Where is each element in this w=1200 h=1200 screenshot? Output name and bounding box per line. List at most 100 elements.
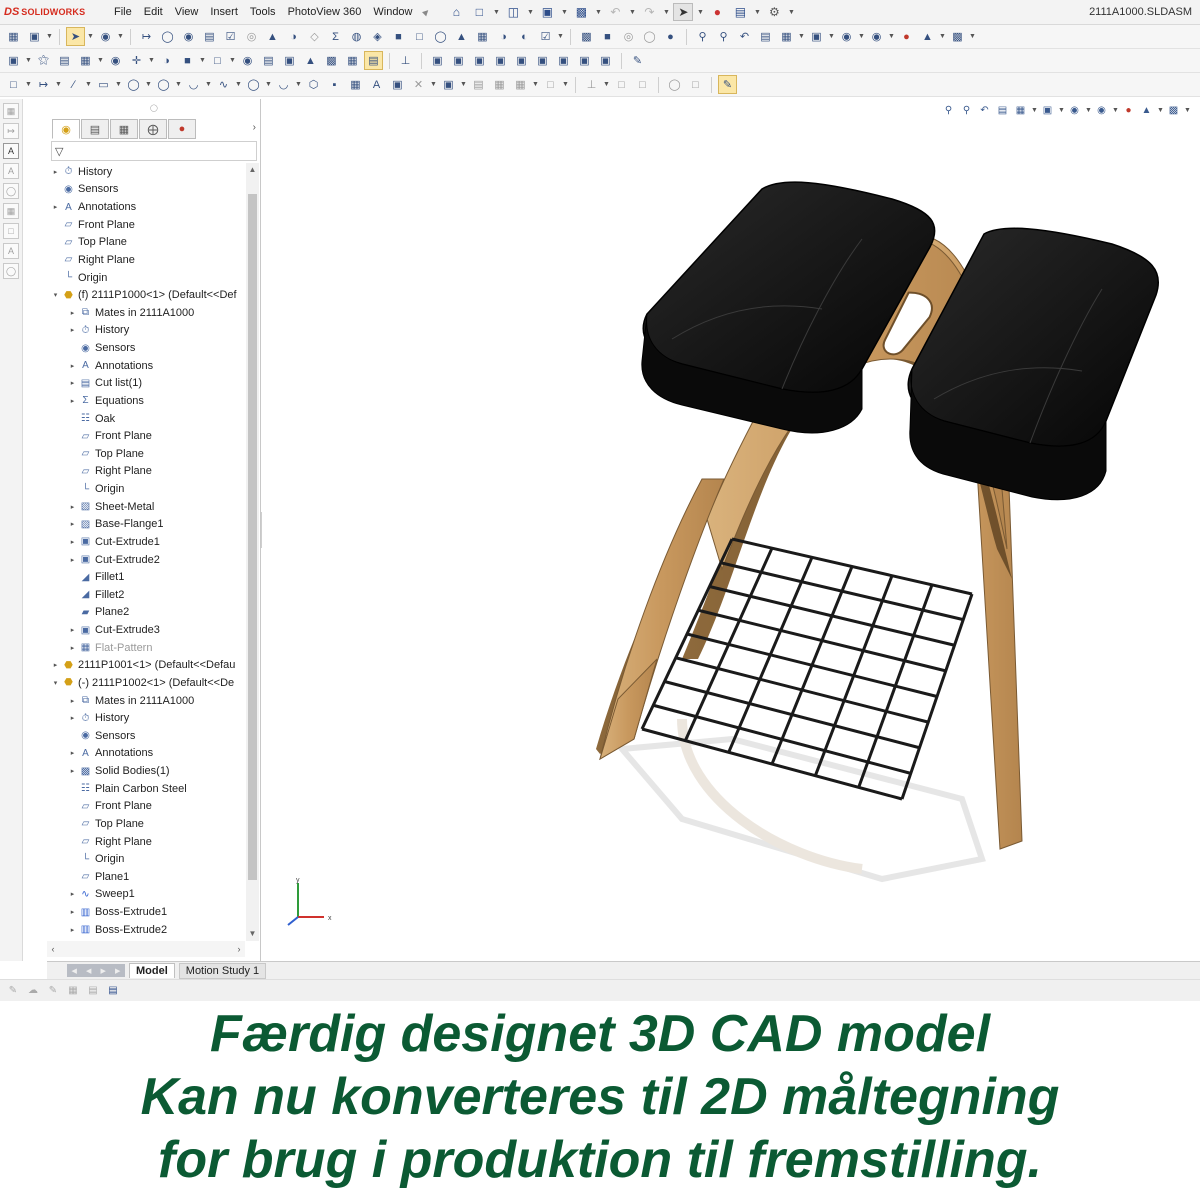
tab-dimxpert-manager[interactable]: ⨁: [139, 119, 167, 139]
open-folder-icon[interactable]: ◫: [503, 3, 523, 21]
edit-appearance-icon[interactable]: ●: [897, 27, 916, 46]
chevron-right-icon[interactable]: ▸: [68, 714, 77, 722]
instant2d-icon[interactable]: □: [686, 75, 705, 94]
tree-item[interactable]: ▸ ▦ Flat-Pattern: [47, 639, 245, 657]
tree-item[interactable]: ▸ ▣ Cut-Extrude2: [47, 551, 245, 569]
units-icon[interactable]: ▤: [86, 984, 100, 998]
chevron-right-icon[interactable]: ▸: [68, 503, 77, 511]
tree-item[interactable]: ▸ ▥ Boss-Extrude1: [47, 903, 245, 921]
tab-feature-manager[interactable]: ◉: [52, 119, 80, 139]
chevron-down-icon[interactable]: ▼: [492, 3, 500, 21]
mass-properties-icon[interactable]: ◉: [179, 27, 198, 46]
sum-equations-icon[interactable]: Σ: [326, 27, 345, 46]
chevron-right-icon[interactable]: ▸: [68, 362, 77, 370]
chevron-down-icon[interactable]: ▼: [603, 81, 610, 88]
zoom-to-fit-icon[interactable]: ⚲: [693, 27, 712, 46]
solidworks-logo[interactable]: DS SOLIDWORKS: [4, 6, 104, 18]
filter-icon[interactable]: ▽: [55, 145, 63, 158]
show-hidden-components-icon[interactable]: ◑: [157, 51, 176, 70]
chevron-down-icon[interactable]: ▼: [753, 3, 761, 21]
component-preview-icon[interactable]: ▤: [55, 51, 74, 70]
chevron-down-icon[interactable]: ▼: [460, 81, 467, 88]
tree-item[interactable]: ◉ Sensors: [47, 339, 245, 357]
standard-view-right-icon[interactable]: ▣: [491, 51, 510, 70]
smart-dimension-sketch-icon[interactable]: ↦: [34, 75, 53, 94]
chevron-right-icon[interactable]: ▸: [68, 538, 77, 546]
insert-components-icon[interactable]: ▣: [4, 51, 23, 70]
apply-scene-icon[interactable]: ▲: [918, 27, 937, 46]
spline-icon[interactable]: ∿: [214, 75, 233, 94]
last-tab-icon[interactable]: ▶: [115, 967, 120, 975]
filter-toolbar-icon[interactable]: ◉: [96, 27, 115, 46]
standard-view-bottom-icon[interactable]: ▣: [533, 51, 552, 70]
new-document-icon[interactable]: □: [469, 3, 489, 21]
chevron-down-icon[interactable]: ▼: [46, 33, 53, 40]
hole-callout-tool-icon[interactable]: ◯: [3, 263, 19, 279]
chevron-down-icon[interactable]: ▼: [696, 3, 704, 21]
tree-item[interactable]: ▱ Top Plane: [47, 445, 245, 463]
tab-display-manager[interactable]: ●: [168, 119, 196, 139]
tree-vertical-scrollbar[interactable]: ▲ ▼: [246, 163, 259, 941]
chevron-down-icon[interactable]: ▼: [560, 3, 568, 21]
fillet-sketch-icon[interactable]: ◡: [274, 75, 293, 94]
chevron-down-icon[interactable]: ▼: [235, 81, 242, 88]
linear-sketch-pattern-icon[interactable]: ▦: [511, 75, 530, 94]
panel-grip-icon[interactable]: ◯: [150, 104, 158, 112]
menu-item-file[interactable]: File: [108, 6, 138, 18]
pencil-icon[interactable]: ✎: [46, 984, 60, 998]
chevron-down-icon[interactable]: ▼: [787, 3, 795, 21]
tree-item[interactable]: ▱ Top Plane: [47, 815, 245, 833]
tree-item[interactable]: ▱ Plane1: [47, 868, 245, 886]
tree-horizontal-scrollbar[interactable]: ‹ ›: [47, 941, 245, 957]
take-snapshot-icon[interactable]: ▦: [343, 51, 362, 70]
tree-item[interactable]: ◢ Fillet1: [47, 568, 245, 586]
thickness-analysis-icon[interactable]: ◍: [347, 27, 366, 46]
chevron-down-icon[interactable]: ▼: [939, 33, 946, 40]
sketch-tool-icon[interactable]: ▦: [3, 103, 19, 119]
chevron-right-icon[interactable]: ▸: [51, 661, 60, 669]
ellipse-icon[interactable]: ◯: [244, 75, 263, 94]
select-arrow-icon[interactable]: ➤: [673, 3, 694, 21]
scroll-down-icon[interactable]: ▼: [246, 927, 259, 941]
chevron-right-icon[interactable]: ▸: [68, 697, 77, 705]
undercut-icon[interactable]: ▲: [452, 27, 471, 46]
display-relations-icon[interactable]: ⊥: [582, 75, 601, 94]
tree-item[interactable]: ◉ Sensors: [47, 727, 245, 745]
chevron-down-icon[interactable]: ▼: [526, 3, 534, 21]
chevron-right-icon[interactable]: ▸: [68, 626, 77, 634]
arc-icon[interactable]: ◡: [184, 75, 203, 94]
import-diagnostics-icon[interactable]: ▲: [263, 27, 282, 46]
chevron-down-icon[interactable]: ▼: [175, 81, 182, 88]
tree-item[interactable]: ▸ A Annotations: [47, 745, 245, 763]
chevron-right-icon[interactable]: ▸: [68, 644, 77, 652]
chevron-right-icon[interactable]: ›: [253, 122, 256, 133]
flip-icon[interactable]: ⊥: [396, 51, 415, 70]
chevron-right-icon[interactable]: ▸: [68, 520, 77, 528]
chevron-down-icon[interactable]: ▼: [295, 81, 302, 88]
chevron-right-icon[interactable]: ▸: [68, 397, 77, 405]
chevron-down-icon[interactable]: ▾: [51, 679, 60, 687]
chevron-right-icon[interactable]: ▸: [51, 203, 60, 211]
polygon-icon[interactable]: ⬡: [304, 75, 323, 94]
chevron-right-icon[interactable]: ▸: [68, 767, 77, 775]
tree-item[interactable]: ▱ Right Plane: [47, 833, 245, 851]
scroll-left-icon[interactable]: ‹: [47, 941, 59, 957]
zebra-icon[interactable]: ▦: [473, 27, 492, 46]
tree-item[interactable]: ▸ A Annotations: [47, 198, 245, 216]
view-settings-icon[interactable]: ▩: [948, 27, 967, 46]
menu-item-edit[interactable]: Edit: [138, 6, 169, 18]
tree-item[interactable]: ☷ Plain Carbon Steel: [47, 780, 245, 798]
chevron-down-icon[interactable]: ▼: [557, 33, 564, 40]
menu-item-view[interactable]: View: [169, 6, 205, 18]
move-entities-icon[interactable]: □: [541, 75, 560, 94]
symmetry-check-icon[interactable]: ◈: [368, 27, 387, 46]
standard-view-back-icon[interactable]: ▣: [449, 51, 468, 70]
tree-item[interactable]: ▱ Front Plane: [47, 216, 245, 234]
first-tab-icon[interactable]: ◀: [72, 967, 77, 975]
chevron-down-icon[interactable]: ▼: [145, 81, 152, 88]
repair-sketch-icon[interactable]: □: [612, 75, 631, 94]
assembly-features-icon[interactable]: ■: [178, 51, 197, 70]
chevron-down-icon[interactable]: ▼: [969, 33, 976, 40]
datum-tool-icon[interactable]: A: [3, 243, 19, 259]
tree-item[interactable]: ▸ ⧉ Mates in 2111A1000: [47, 304, 245, 322]
